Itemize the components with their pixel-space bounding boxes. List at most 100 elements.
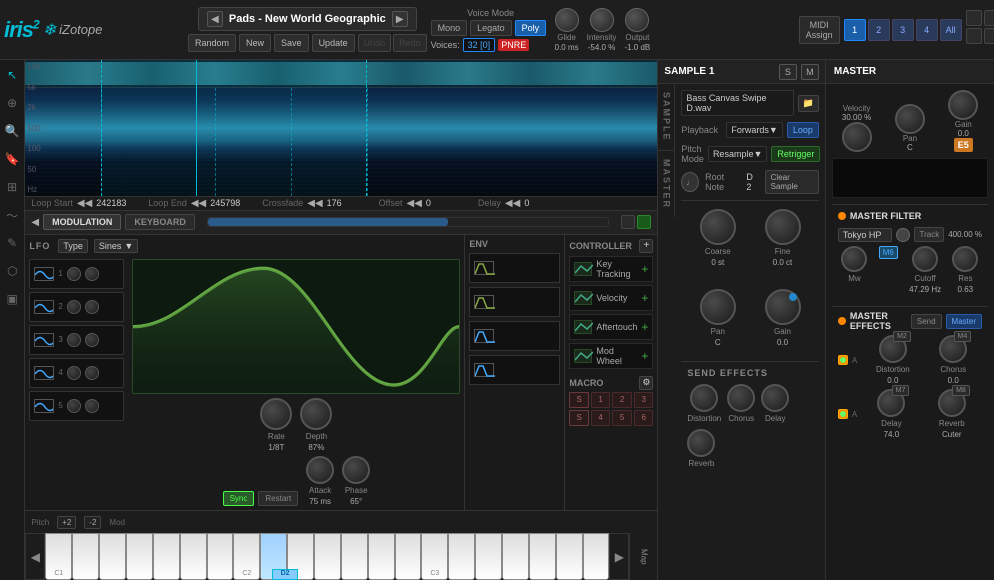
lfo-sync-button[interactable]: Sync [223,491,255,506]
sidebar-select-icon[interactable]: ▣ [1,288,23,310]
map-button[interactable]: Map [629,533,657,580]
filter-m6-badge[interactable]: M6 [879,246,898,259]
loop-start-prev[interactable]: ◀◀ [77,198,92,209]
mfx-m2-badge[interactable]: M2 [893,331,911,342]
keys-scroll-right[interactable]: ▶ [609,533,629,580]
sample-m-button[interactable]: M [801,64,819,80]
offset-prev[interactable]: ◀◀ [407,198,422,209]
lfo-strip-2-ctrl-1[interactable] [67,300,81,314]
mfx-enable-1[interactable] [838,355,848,365]
es-badge[interactable]: E5 [954,138,973,152]
lfo-depth-knob[interactable] [300,398,332,430]
new-button[interactable]: New [239,34,271,52]
white-key-a1[interactable] [180,533,207,580]
midi-assign-button[interactable]: MIDI Assign [799,16,840,44]
white-key-c2[interactable]: C2 [233,533,260,580]
lfo-strip-5[interactable]: 5 [29,391,124,421]
tab-modulation[interactable]: MODULATION [43,214,121,230]
filter-mw-knob[interactable] [841,246,867,272]
macro-btn-5[interactable]: 5 [612,410,632,426]
sidebar-grid-icon[interactable]: ⊞ [1,176,23,198]
glide-knob[interactable] [555,8,579,32]
sample-pan-knob[interactable] [700,289,736,325]
white-key-b2[interactable] [395,533,422,580]
white-key-g1[interactable] [153,533,180,580]
white-key-f3[interactable] [502,533,529,580]
env-strip-1[interactable] [469,253,560,283]
sidebar-cursor-icon[interactable]: ↖ [1,64,23,86]
sidebar-zoom-icon[interactable]: ⊕ [1,92,23,114]
white-key-b3[interactable] [583,533,610,580]
white-key-b1[interactable] [207,533,234,580]
filter-type-select[interactable]: Tokyo HP [838,228,893,242]
macro-btn-s[interactable]: S [569,392,589,408]
mfx-send-button[interactable]: Send [911,314,942,329]
keys-scroll-left[interactable]: ◀ [25,533,45,580]
white-key-a2[interactable] [368,533,395,580]
playback-value-button[interactable]: Forwards ▼ [726,122,782,138]
white-key-e3[interactable] [475,533,502,580]
undo-button[interactable]: Undo [358,34,392,52]
poly-button[interactable]: Poly [515,20,547,36]
mod-slider-bar[interactable] [207,217,610,227]
lfo-strip-3[interactable]: 3 [29,325,124,355]
macro-btn-s2[interactable]: S [569,410,589,426]
lfo-rate-knob[interactable] [260,398,292,430]
num-3-button[interactable]: 3 [892,19,914,41]
white-key-c3[interactable]: C3 [421,533,448,580]
velocity-knob[interactable] [842,122,872,152]
lfo-restart-button[interactable]: Restart [258,491,298,506]
filter-cutoff-knob[interactable] [912,246,938,272]
macro-btn-3[interactable]: 3 [634,392,654,408]
env-strip-2[interactable] [469,287,560,317]
mod-ctrl-btn-2[interactable] [637,215,651,229]
crossfade-prev[interactable]: ◀◀ [307,198,322,209]
loop-button[interactable]: Loop [787,122,819,138]
white-key-a3[interactable] [556,533,583,580]
preset-next-button[interactable]: ▶ [392,11,408,27]
pitch-up-button[interactable]: +2 [57,516,76,529]
white-key-f2[interactable] [314,533,341,580]
icon-btn-2[interactable] [984,10,994,26]
white-key-e1[interactable] [99,533,126,580]
filter-track-button[interactable]: Track [914,227,944,242]
mfx-m8-badge[interactable]: M8 [952,385,970,396]
mfx-m4-badge[interactable]: M4 [954,331,972,342]
tab-prev-arrow[interactable]: ◀ [31,217,39,228]
random-button[interactable]: Random [188,34,236,52]
sidebar-tool-icon[interactable]: ✎ [1,232,23,254]
num-1-button[interactable]: 1 [844,19,866,41]
ctrl-add-button[interactable]: + [639,239,653,253]
lfo-strip-1-ctrl-1[interactable] [67,267,81,281]
preset-prev-button[interactable]: ◀ [207,11,223,27]
pitch-down-button[interactable]: -2 [84,516,101,529]
lfo-attack-knob[interactable] [306,456,334,484]
sample-gain-knob[interactable] [765,289,801,325]
sidebar-paint-icon[interactable]: ⬡ [1,260,23,282]
all-button[interactable]: All [940,19,962,41]
clear-sample-button[interactable]: Clear Sample [765,170,819,194]
lfo-strip-2-ctrl-2[interactable] [85,300,99,314]
white-key-g3[interactable] [529,533,556,580]
lfo-strip-4-ctrl-2[interactable] [85,366,99,380]
filter-res-knob[interactable] [952,246,978,272]
macro-btn-6[interactable]: 6 [634,410,654,426]
delay-prev[interactable]: ◀◀ [505,198,520,209]
white-key-d3[interactable] [448,533,475,580]
mfx-m7-badge[interactable]: M7 [892,385,910,396]
filter-type-knob[interactable] [896,228,910,242]
white-key-g2[interactable] [341,533,368,580]
mfx-master-button[interactable]: Master [946,314,982,329]
lfo-strip-3-ctrl-1[interactable] [67,333,81,347]
macro-settings-icon[interactable]: ⚙ [639,376,653,390]
num-4-button[interactable]: 4 [916,19,938,41]
lfo-strip-4[interactable]: 4 [29,358,124,388]
sample-s-button[interactable]: S [779,64,797,80]
white-key-d1[interactable] [72,533,99,580]
update-button[interactable]: Update [312,34,355,52]
master-pan-knob[interactable] [895,104,925,134]
chorus-knob[interactable] [727,384,755,412]
redo-button[interactable]: Redo [393,34,427,52]
lfo-strip-3-ctrl-2[interactable] [85,333,99,347]
sidebar-bookmark-icon[interactable]: 🔖 [1,148,23,170]
